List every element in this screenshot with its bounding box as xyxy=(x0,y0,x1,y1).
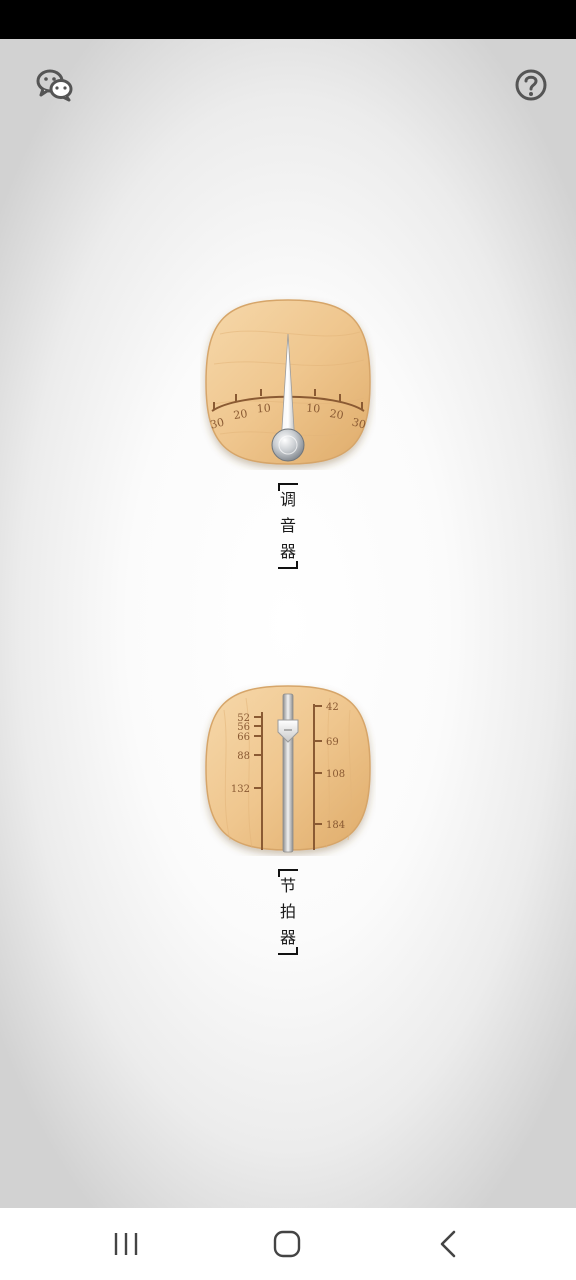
tuner-button[interactable]: 30 20 10 10 20 30 xyxy=(200,294,376,470)
metronome-scale-right-108: 108 xyxy=(326,769,345,780)
home-icon xyxy=(273,1230,301,1258)
tuner-dial-icon: 30 20 10 10 20 30 xyxy=(205,299,371,465)
metronome-scale-right-184: 184 xyxy=(326,820,345,831)
metronome-label-text: 节 拍 器 xyxy=(276,873,300,951)
metronome-label-char: 拍 xyxy=(279,902,296,921)
status-bar xyxy=(0,0,576,39)
home-button[interactable] xyxy=(262,1226,312,1262)
tuner-label-text: 调 音 器 xyxy=(276,487,300,565)
label-bracket-bottom xyxy=(278,561,298,569)
wechat-icon xyxy=(36,69,73,102)
tuner-scale-right-20: 20 xyxy=(329,407,345,422)
tuner-scale-right-10: 10 xyxy=(306,402,321,416)
tuner-label[interactable]: 调 音 器 xyxy=(276,483,300,569)
metronome-label-char: 节 xyxy=(279,876,296,895)
metronome-scale-left-66: 66 xyxy=(237,732,250,743)
back-button[interactable] xyxy=(423,1226,473,1262)
tuner-label-char: 调 xyxy=(279,490,296,509)
tuner-scale-left-10: 10 xyxy=(256,402,271,416)
metronome-scale-right-69: 69 xyxy=(326,737,339,748)
label-bracket-bottom xyxy=(278,947,298,955)
screen: 30 20 10 10 20 30 调 音 器 52 56 66 88 132 … xyxy=(0,0,576,1280)
wechat-button[interactable] xyxy=(35,65,75,105)
help-icon xyxy=(515,69,547,101)
metronome-scale-left-88: 88 xyxy=(237,751,250,762)
metronome-label[interactable]: 节 拍 器 xyxy=(276,869,300,955)
help-button[interactable] xyxy=(511,65,551,105)
navigation-bar xyxy=(0,1208,576,1280)
recent-apps-icon xyxy=(114,1233,138,1255)
tuner-scale-left-20: 20 xyxy=(233,407,249,422)
app-area: 30 20 10 10 20 30 调 音 器 52 56 66 88 132 … xyxy=(0,39,576,1208)
back-icon xyxy=(440,1230,456,1258)
tuner-label-char: 音 xyxy=(279,516,296,535)
metronome-slider-icon: 52 56 66 88 132 42 69 108 184 xyxy=(205,685,371,853)
metronome-scale-right-42: 42 xyxy=(326,702,339,713)
recent-apps-button[interactable] xyxy=(101,1226,151,1262)
metronome-scale-left-132: 132 xyxy=(231,784,250,795)
metronome-button[interactable]: 52 56 66 88 132 42 69 108 184 xyxy=(200,680,376,856)
